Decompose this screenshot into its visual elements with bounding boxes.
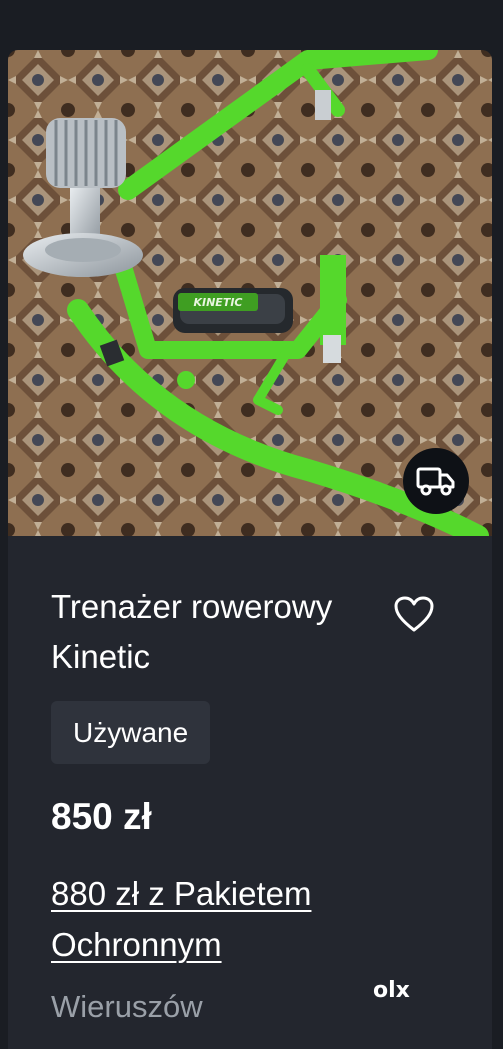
listing-location: Wieruszów [51, 989, 203, 1024]
delivery-badge [403, 448, 469, 514]
listing-title[interactable]: Trenażer rowerowy Kinetic [51, 582, 381, 682]
truck-icon [416, 467, 455, 496]
listing-price: 850 zł [51, 796, 152, 837]
kinetic-logo-plate: KINETIC [178, 293, 258, 311]
condition-badge: Używane [51, 701, 211, 764]
protection-package-link[interactable]: 880 zł z Pakietem Ochronnym [51, 868, 381, 970]
listing-card[interactable]: KINETIC Trenażer rowerowy Kinetic Używan… [8, 50, 492, 1049]
top-strip [0, 0, 503, 50]
favorite-button[interactable] [390, 590, 438, 638]
olx-watermark: olx [373, 978, 410, 1003]
listing-photo[interactable]: KINETIC [8, 50, 492, 536]
heart-outline-icon [394, 596, 434, 632]
photo-brand-text: KINETIC [193, 296, 242, 309]
